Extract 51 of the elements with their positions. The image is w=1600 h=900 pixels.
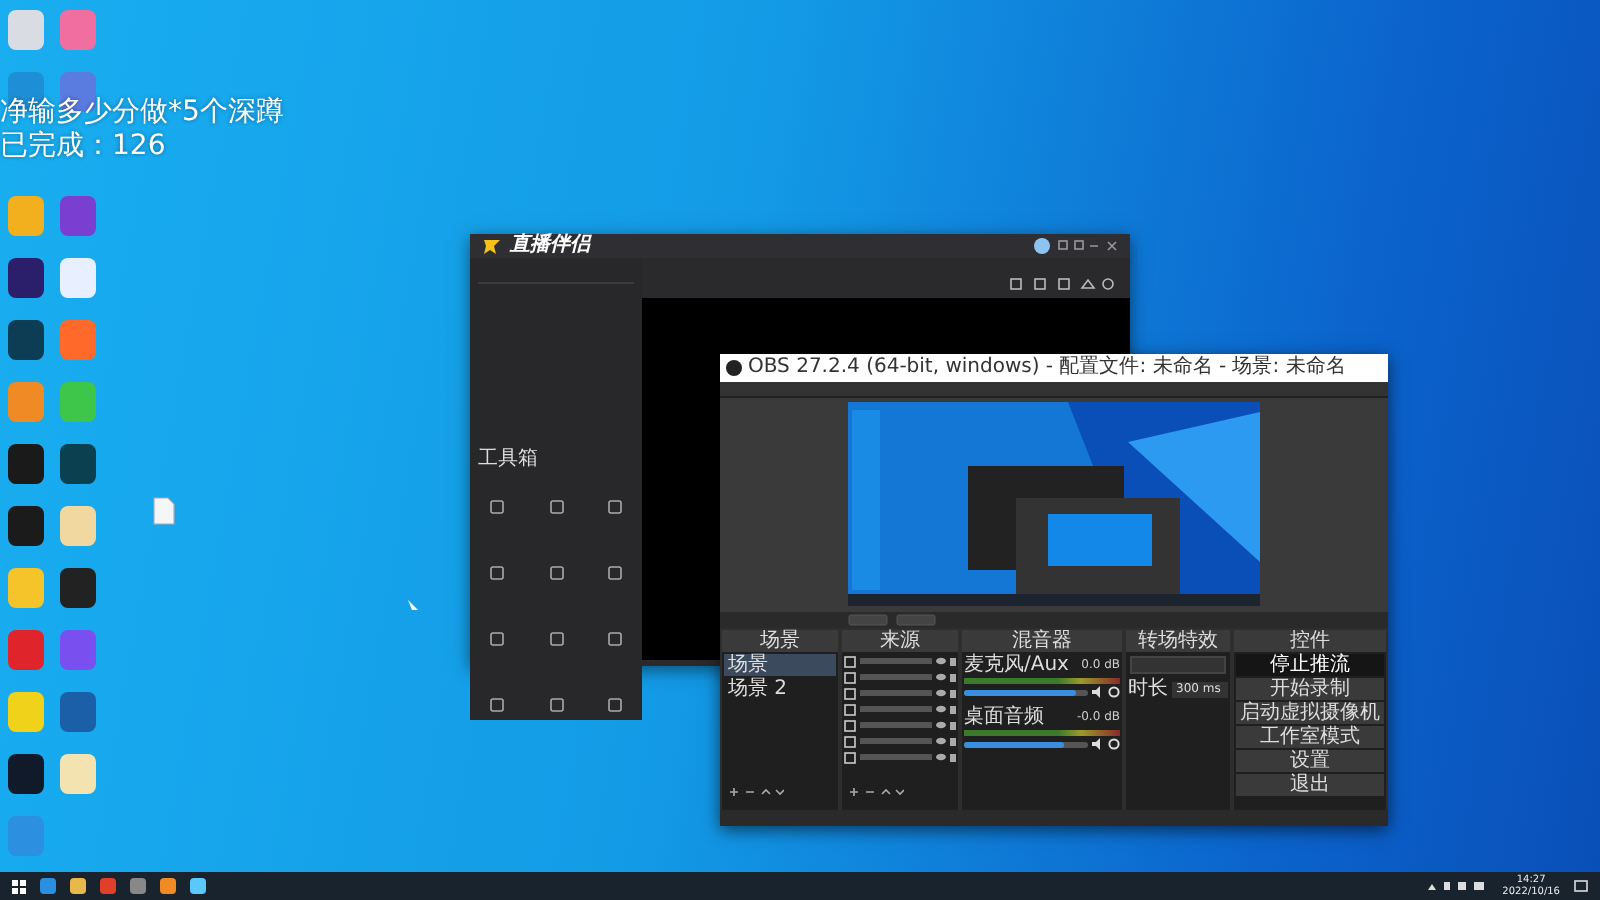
app-icon[interactable] [8,320,44,360]
app-icon[interactable] [8,444,44,484]
tray-icons[interactable] [1428,880,1489,892]
app-icon[interactable] [8,754,44,794]
notification-icon[interactable] [1574,879,1588,893]
visibility-icon[interactable] [936,720,956,731]
speaker-icon[interactable] [1092,738,1104,751]
control-button[interactable]: 停止推流 [1236,654,1384,677]
logo-icon [726,359,742,376]
toggle-icon[interactable] [848,613,888,626]
volume-slider[interactable] [964,741,1088,748]
visibility-icon[interactable] [936,704,956,715]
app-icon[interactable] [8,506,44,546]
window-title: OBS 27.2.4 (64-bit, windows) - 配置文件: 未命名 - 场景: 未命名 [748,355,1346,380]
visibility-icon[interactable] [936,736,956,747]
cursor-icon [408,600,418,614]
app-title: 直播伴侣 [510,234,590,258]
start-icon[interactable] [12,879,26,893]
control-button[interactable]: 退出 [1236,774,1384,797]
volume-slider[interactable] [964,689,1088,696]
scene-item[interactable]: 场景 2 [724,678,836,701]
overlay-text: 已完成：126 [0,130,166,164]
visibility-icon[interactable] [936,656,956,667]
logo-icon [482,236,502,256]
channel-name: 桌面音频 [964,706,1044,729]
toggle-icon[interactable] [896,613,936,626]
dock-title: 控件 [1234,630,1386,653]
channel-name: 麦克风/Aux [964,654,1069,677]
overlay-text: 净输多少分做*5个深蹲 [0,96,284,130]
visibility-icon[interactable] [936,672,956,683]
scene-item[interactable]: 场景 [724,654,836,677]
avatar-icon[interactable] [1034,238,1050,254]
control-button[interactable]: 工作室模式 [1236,726,1384,749]
control-button[interactable]: 启动虚拟摄像机 [1236,702,1384,725]
settings-icon[interactable] [1108,686,1120,699]
dock-title: 场景 [722,630,838,653]
speaker-icon[interactable] [1092,686,1104,699]
window-controls-icon[interactable] [1058,240,1118,252]
field-label: 时长 [1128,678,1168,701]
visibility-icon[interactable] [936,752,956,763]
section-title: 工具箱 [478,448,538,472]
app-icon[interactable] [60,444,96,484]
app-icon[interactable] [60,568,96,608]
settings-icon[interactable] [1108,738,1120,751]
dock-title: 混音器 [962,630,1122,653]
dock-title: 转场特效 [1126,630,1230,653]
control-button[interactable]: 设置 [1236,750,1384,773]
app-icon[interactable] [8,258,44,298]
dock-title: 来源 [842,630,958,653]
control-button[interactable]: 开始录制 [1236,678,1384,701]
visibility-icon[interactable] [936,688,956,699]
